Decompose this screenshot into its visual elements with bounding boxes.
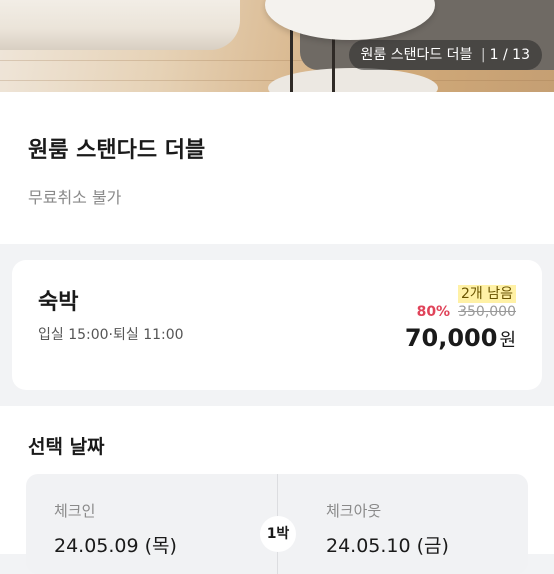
room-title: 원룸 스탠다드 더블: [28, 138, 206, 163]
bed-image: [0, 0, 240, 50]
room-photo[interactable]: 원룸 스탠다드 더블 | 1 / 13: [0, 0, 554, 92]
checkin-date-block[interactable]: 체크인 24.05.09 (목): [54, 500, 177, 558]
currency-unit: 원: [499, 330, 516, 351]
photo-total-count: 13: [512, 47, 530, 63]
original-price: 350,000: [458, 304, 516, 320]
price-discount-row: 80% 350,000: [417, 304, 516, 320]
table-leg: [332, 34, 335, 92]
photo-counter-badge: 원룸 스탠다드 더블 | 1 / 13: [348, 40, 542, 70]
rooms-remaining-badge: 2개 남음: [458, 285, 516, 303]
checkout-date-block[interactable]: 체크아웃 24.05.10 (금): [326, 500, 449, 558]
stay-type-label: 숙박: [38, 290, 79, 315]
photo-current-index: 1: [489, 47, 499, 63]
checkin-checkout-times: 입실 15:00·퇴실 11:00: [38, 327, 184, 343]
photo-slash: /: [503, 47, 508, 63]
table-base-image: [268, 68, 438, 92]
room-info-card: 원룸 스탠다드 더블 무료취소 불가: [0, 92, 554, 244]
table-leg: [290, 30, 293, 92]
stay-option-card[interactable]: 숙박 입실 15:00·퇴실 11:00 2개 남음 80% 350,000 70…: [12, 260, 542, 390]
final-price-value: 70,000: [404, 324, 498, 352]
photo-room-name: 원룸 스탠다드 더블: [360, 47, 473, 63]
date-section-heading: 선택 날짜: [28, 436, 105, 458]
date-selection-section: 선택 날짜 체크인 24.05.09 (목) 1박 체크아웃 24.05.10 …: [0, 406, 554, 574]
cancel-policy-text: 무료취소 불가: [28, 188, 122, 207]
nights-count-badge: 1박: [260, 516, 296, 552]
final-price: 70,000 원: [405, 324, 516, 352]
date-picker-box[interactable]: 체크인 24.05.09 (목) 1박 체크아웃 24.05.10 (금): [26, 474, 528, 574]
discount-rate: 80%: [416, 304, 451, 320]
checkout-label: 체크아웃: [326, 502, 382, 520]
checkin-label: 체크인: [54, 502, 96, 520]
photo-separator: |: [480, 47, 486, 63]
